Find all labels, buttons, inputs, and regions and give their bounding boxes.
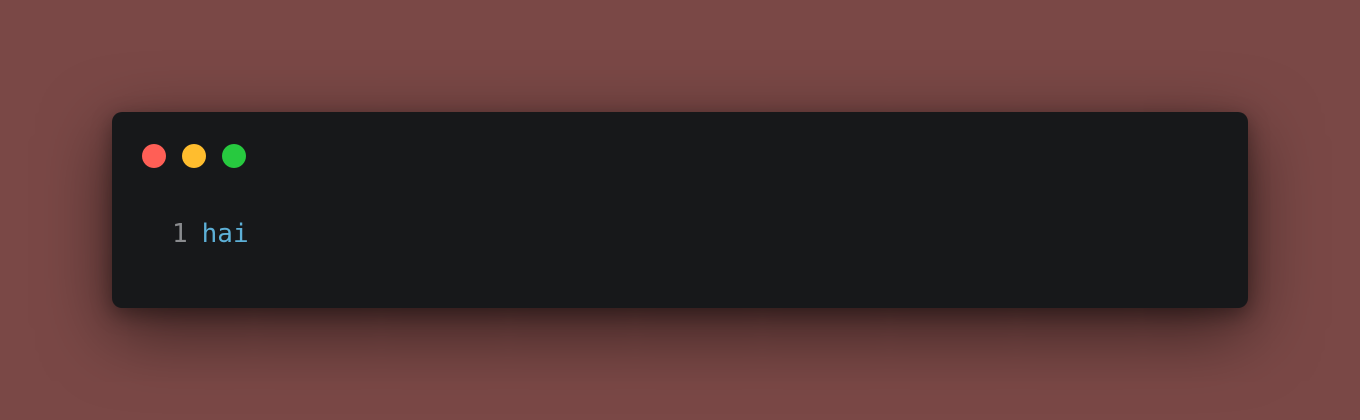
- maximize-dot-icon[interactable]: [222, 144, 246, 168]
- code-window: 1 hai: [112, 112, 1248, 308]
- window-controls: [142, 144, 246, 168]
- line-number: 1: [172, 219, 188, 249]
- close-dot-icon[interactable]: [142, 144, 166, 168]
- code-line: 1 hai: [172, 216, 249, 252]
- minimize-dot-icon[interactable]: [182, 144, 206, 168]
- code-text: hai: [201, 219, 249, 249]
